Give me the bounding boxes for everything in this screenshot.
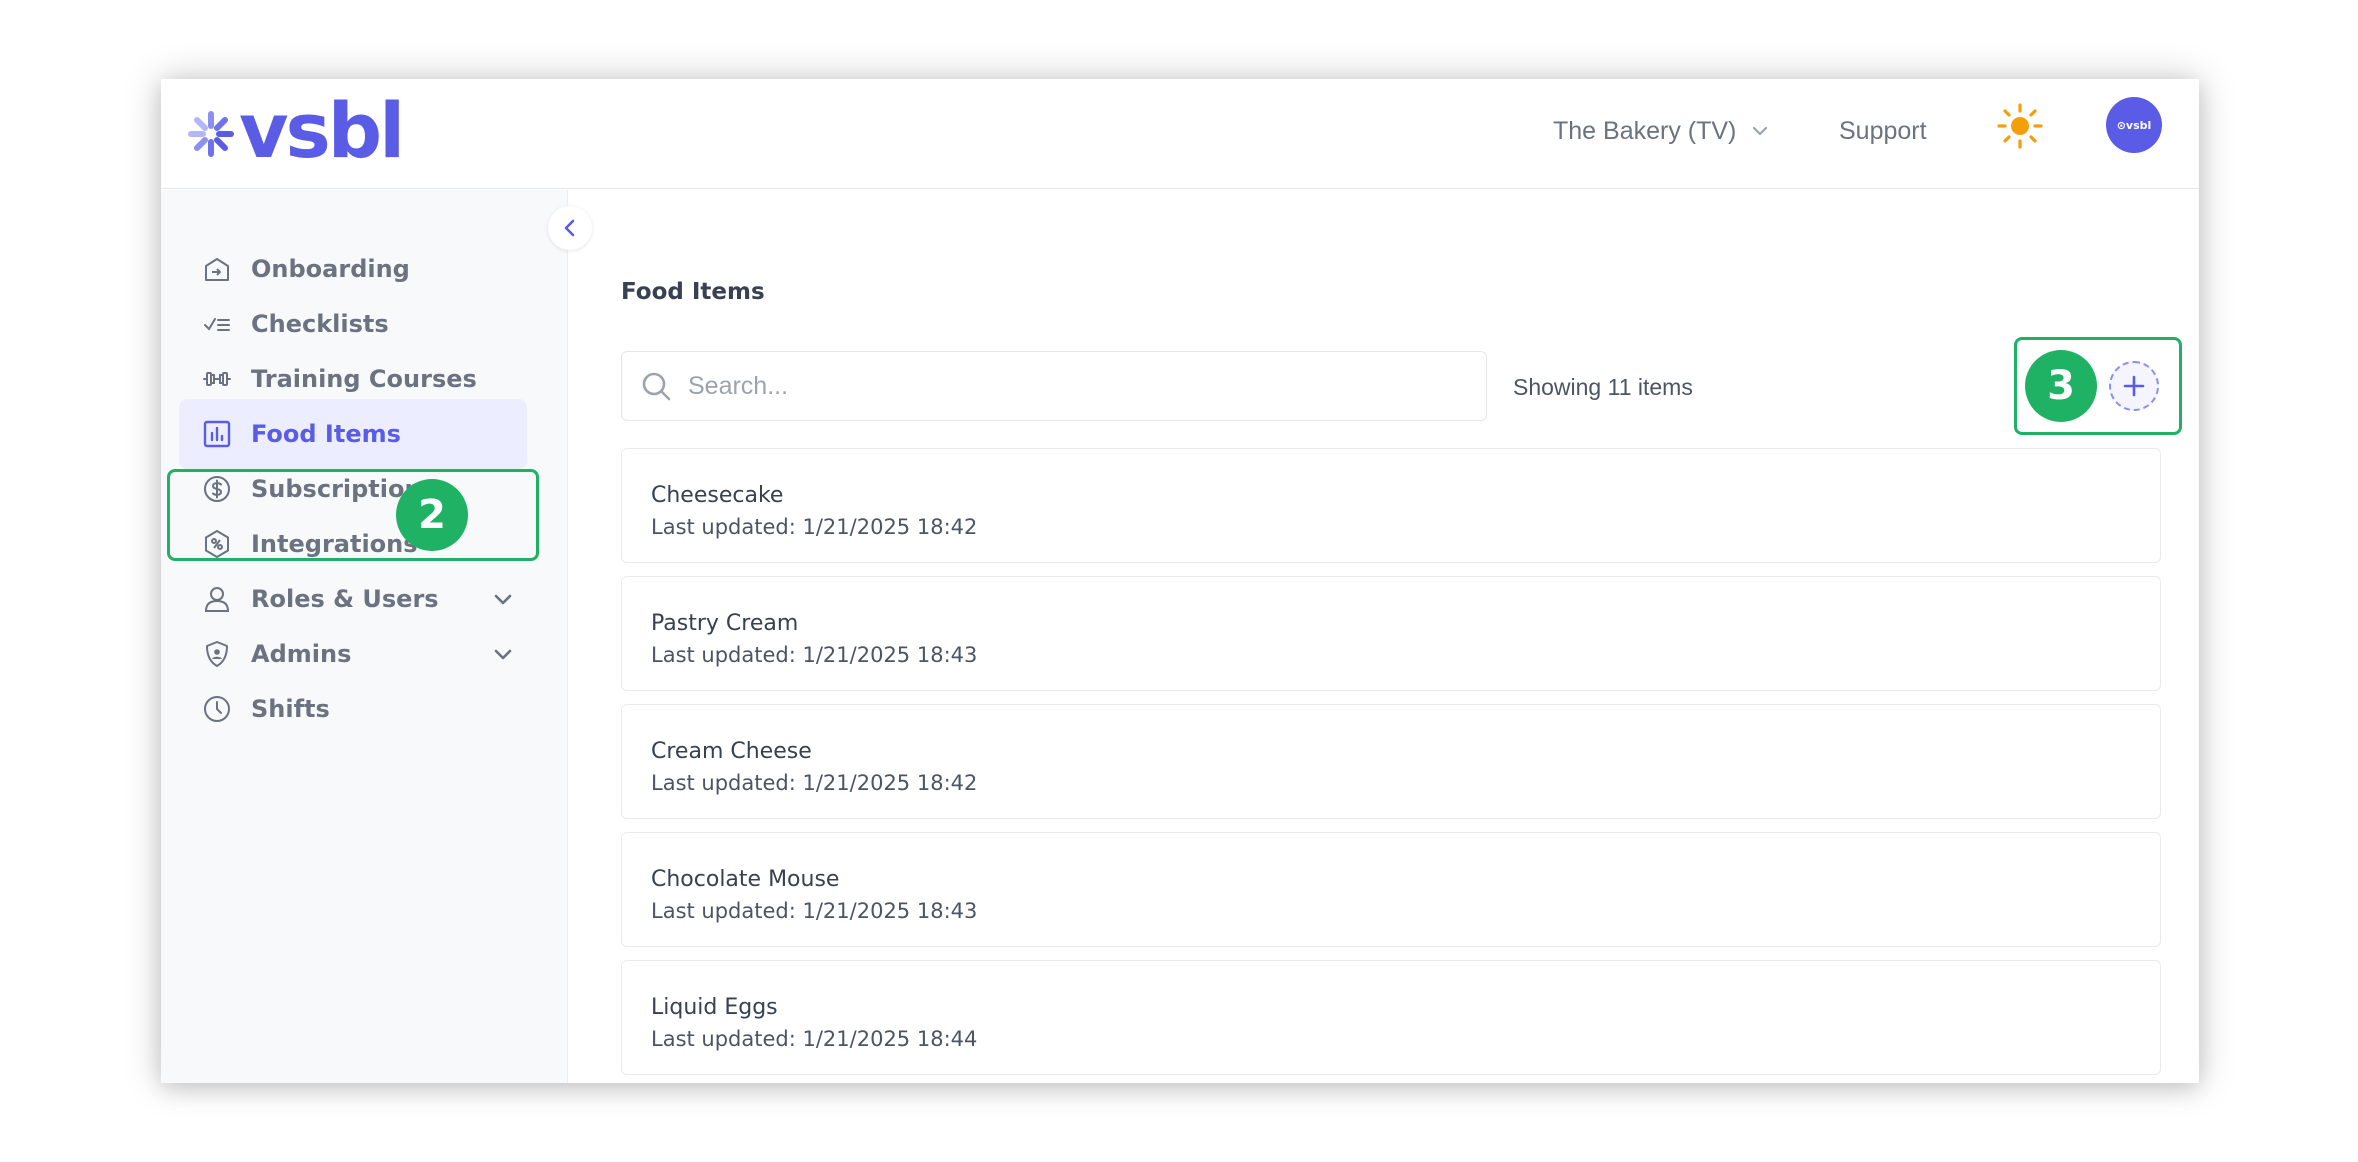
food-item-row-pastry-cream[interactable]: Pastry Cream Last updated: 1/21/2025 18:… [621,576,2161,691]
logo-burst-icon [188,111,234,157]
food-item-row-cream-cheese[interactable]: Cream Cheese Last updated: 1/21/2025 18:… [621,704,2161,819]
step-number: 2 [418,492,446,538]
food-item-row-cheesecake[interactable]: Cheesecake Last updated: 1/21/2025 18:42 [621,448,2161,563]
sidebar-item-label: Checklists [251,310,389,338]
step-number: 3 [2047,363,2075,409]
food-item-name: Pastry Cream [651,611,799,636]
chevron-left-icon [564,219,575,237]
sun-icon[interactable] [1996,102,2044,150]
chevron-down-icon [494,649,512,660]
sidebar: Onboarding Checklists Training Courses F… [161,190,568,1083]
item-count: Showing 11 items [1513,374,1693,400]
onboarding-icon [201,253,233,285]
sidebar-item-label: Admins [251,640,352,668]
user-icon [201,583,233,615]
organization-name: The Bakery (TV) [1553,116,1737,145]
food-item-updated: Last updated: 1/21/2025 18:43 [651,643,978,667]
food-item-name: Liquid Eggs [651,995,778,1020]
dollar-icon [201,473,233,505]
search-icon [642,372,671,401]
support-link[interactable]: Support [1839,106,1927,156]
search-box[interactable] [621,351,1487,421]
sidebar-item-label: Onboarding [251,255,410,283]
food-item-row-liquid-eggs[interactable]: Liquid Eggs Last updated: 1/21/2025 18:4… [621,960,2161,1075]
food-item-name: Cheesecake [651,483,784,508]
sidebar-item-label: Food Items [251,420,401,448]
add-food-item-button[interactable] [2109,361,2159,411]
food-item-updated: Last updated: 1/21/2025 18:43 [651,899,978,923]
app-window: vsbl The Bakery (TV) Support ⊙vsbl Onboa… [161,79,2199,1083]
step-badge-3: 3 [2025,350,2097,422]
chevron-down-icon [494,594,512,605]
plus-icon [2123,375,2145,397]
food-item-name: Chocolate Mouse [651,867,840,892]
food-item-updated: Last updated: 1/21/2025 18:42 [651,771,978,795]
food-item-updated: Last updated: 1/21/2025 18:44 [651,1027,978,1051]
food-item-updated: Last updated: 1/21/2025 18:42 [651,515,978,539]
top-header: vsbl The Bakery (TV) Support ⊙vsbl [161,79,2199,189]
food-item-row-chocolate-mouse[interactable]: Chocolate Mouse Last updated: 1/21/2025 … [621,832,2161,947]
support-label: Support [1839,116,1927,145]
chart-icon [201,418,233,450]
sidebar-item-label: Training Courses [251,365,477,393]
sidebar-item-label: Shifts [251,695,330,723]
dumbbell-icon [201,363,233,395]
organization-selector[interactable]: The Bakery (TV) [1553,106,1770,156]
food-item-name: Cream Cheese [651,739,812,764]
sidebar-item-label: Roles & Users [251,585,439,613]
clock-icon [201,693,233,725]
checklist-icon [201,308,233,340]
shield-icon [201,638,233,670]
sidebar-item-shifts[interactable]: Shifts [179,674,527,744]
chevron-down-icon [1753,126,1768,136]
integrations-icon [201,528,233,560]
collapse-sidebar-button[interactable] [548,206,592,250]
sidebar-item-label: Integrations [251,530,418,558]
step-badge-2: 2 [396,479,468,551]
page-title: Food Items [621,279,765,305]
user-avatar[interactable]: ⊙vsbl [2106,97,2162,153]
search-input[interactable] [688,364,1448,408]
logo-wordmark: vsbl [239,86,405,175]
vsbl-logo[interactable]: vsbl [187,86,405,179]
avatar-text: ⊙vsbl [2116,118,2152,132]
